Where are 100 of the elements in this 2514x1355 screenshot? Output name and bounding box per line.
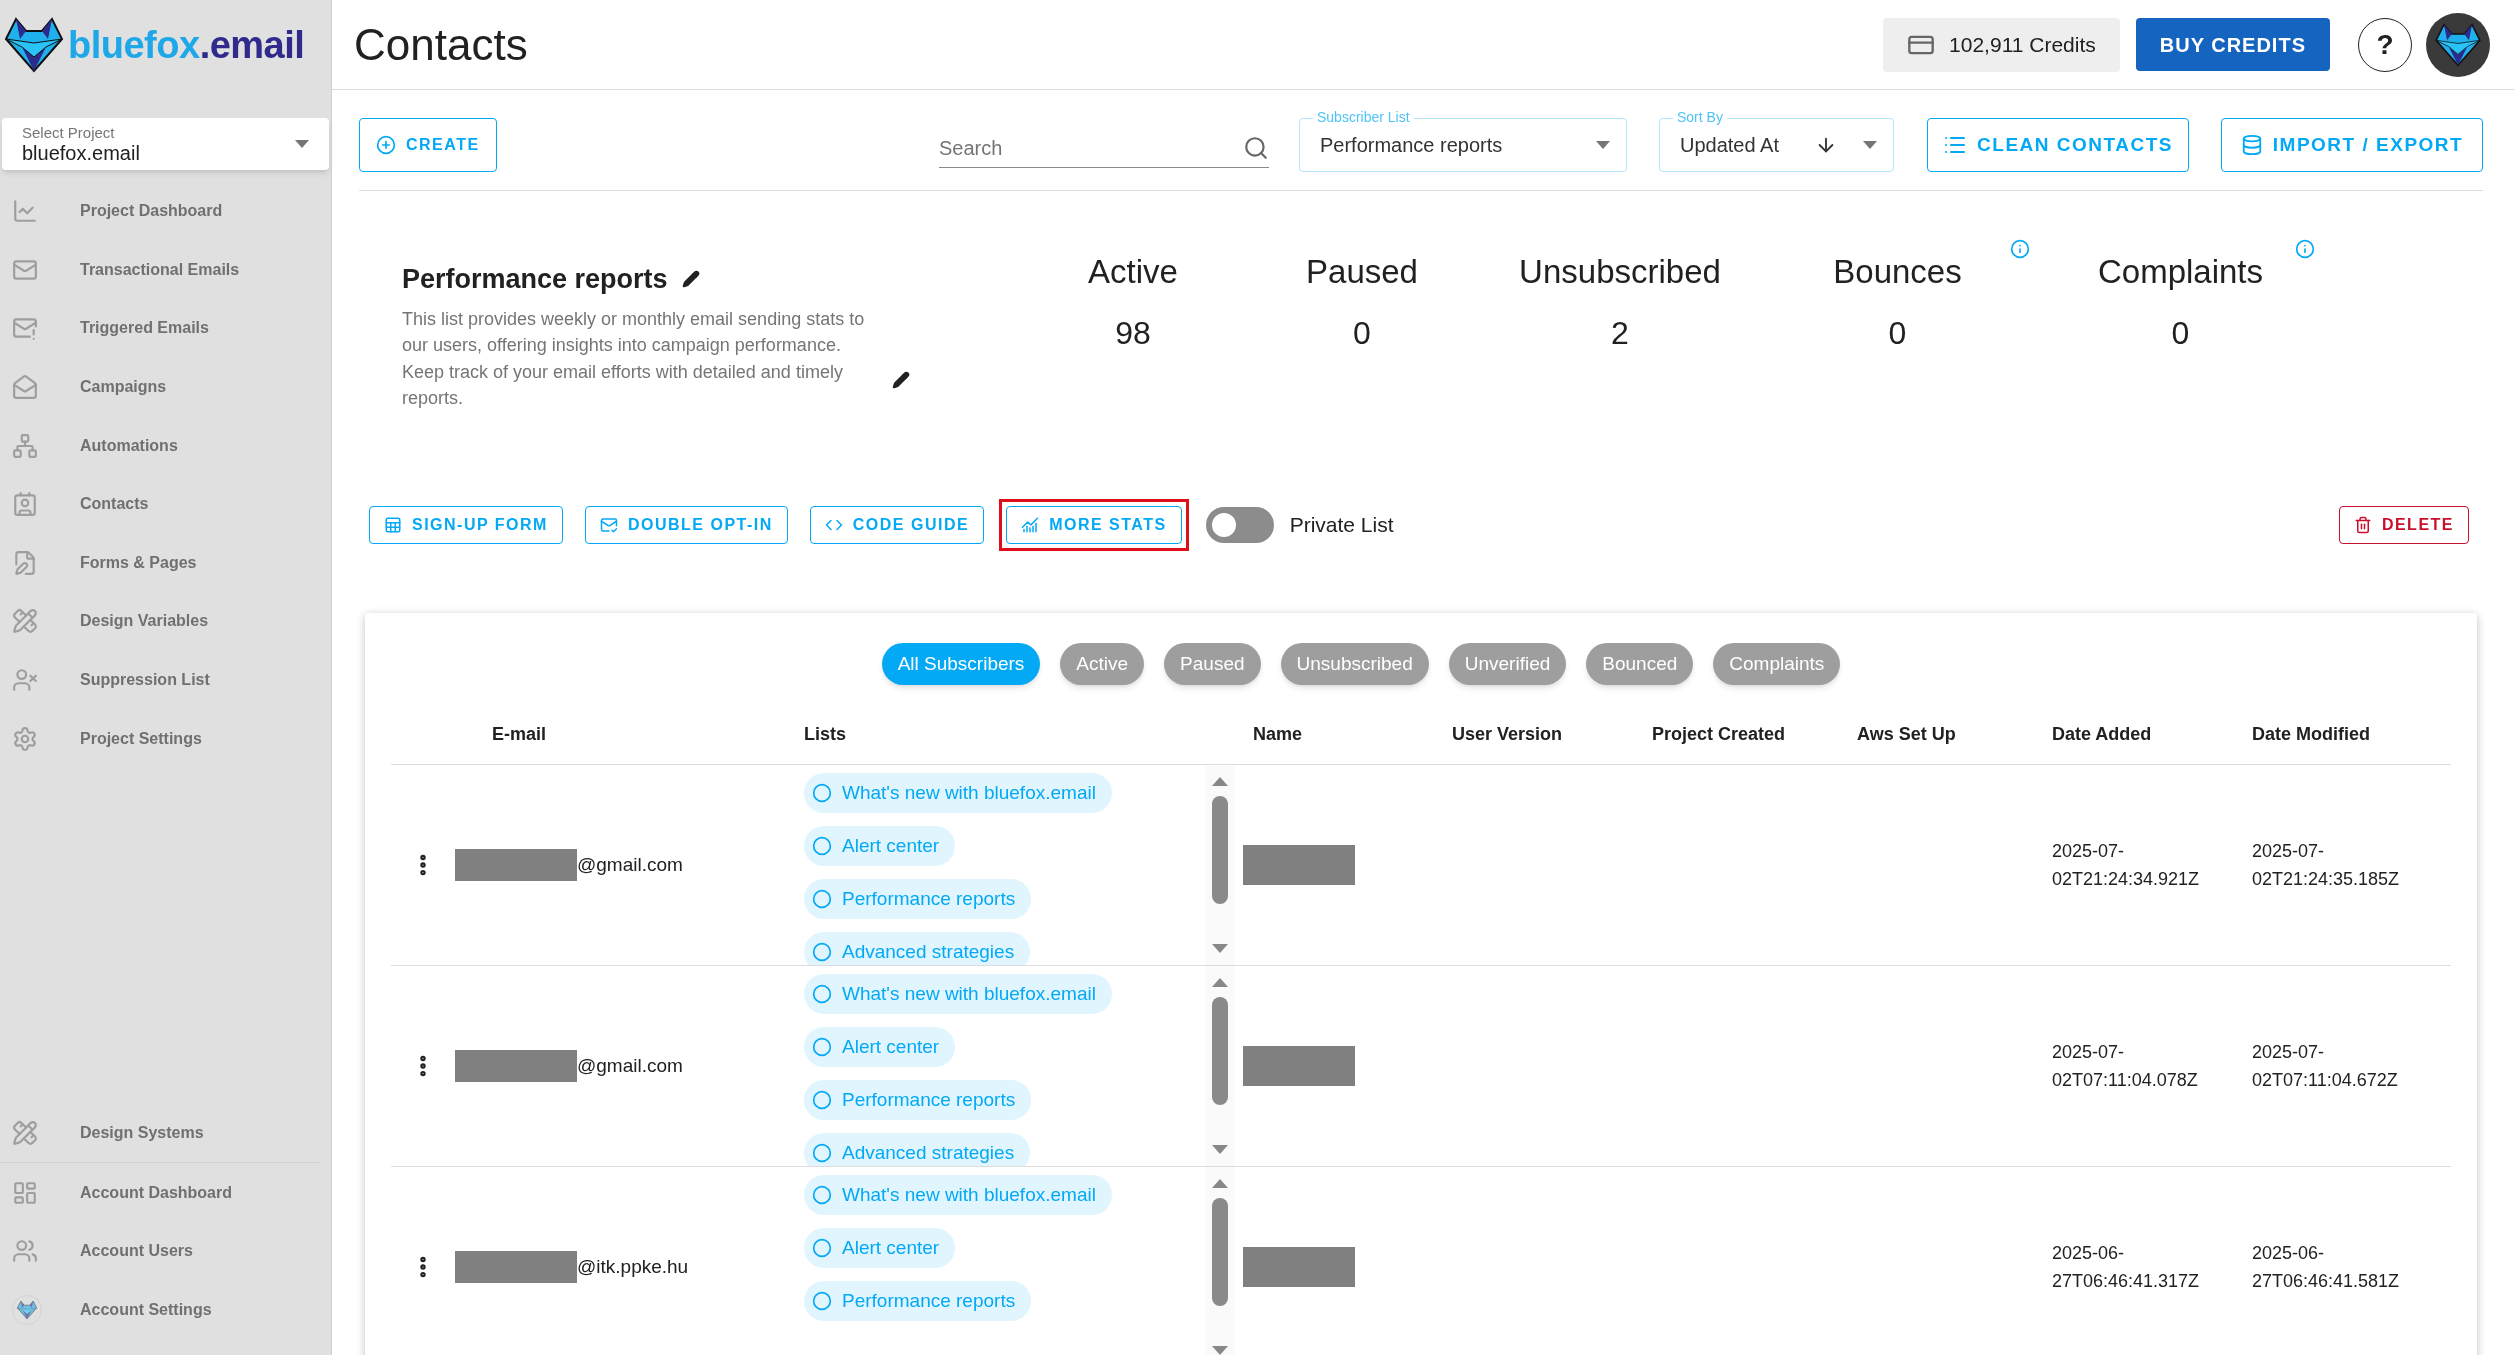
stat-label: Active	[1088, 252, 1178, 292]
list-chip[interactable]: Advanced strategies	[804, 932, 1031, 965]
filter-chip[interactable]: Complaints	[1713, 643, 1841, 685]
date-cell-text: 2025-07-02T21:24:35.185Z	[2251, 840, 2401, 891]
date-cell-text: 2025-07-02T21:24:34.921Z	[2051, 840, 2201, 891]
sidebar-item[interactable]: Account Settings	[0, 1280, 331, 1339]
clean-contacts-button[interactable]: CLEAN CONTACTS	[1927, 118, 2189, 172]
action-button[interactable]: CODE GUIDE	[809, 506, 985, 544]
sidebar-item[interactable]: Transactional Emails	[0, 240, 331, 300]
column-header: Name	[1252, 723, 1304, 746]
stat-label: Paused	[1306, 252, 1418, 292]
list-chip[interactable]: What's new with bluefox.email	[804, 773, 1112, 813]
search-field[interactable]: Search	[939, 132, 1243, 163]
circle-icon	[812, 836, 832, 856]
sidebar-item[interactable]: Design Systems	[0, 1103, 321, 1163]
info-icon[interactable]	[2295, 239, 2315, 259]
logo[interactable]: bluefox.email	[0, 0, 331, 90]
field-label: Select Project	[22, 125, 116, 140]
info-icon[interactable]	[2010, 239, 2030, 259]
circle-icon	[812, 1238, 832, 1258]
field-label: Sort By	[1673, 109, 1727, 125]
sidebar-item[interactable]: Triggered Emails	[0, 299, 331, 358]
users-icon	[12, 1238, 38, 1265]
project-select[interactable]: Select Project bluefox.email	[2, 118, 329, 170]
list-chip[interactable]: Performance reports	[804, 1281, 1032, 1321]
sidebar-item[interactable]: Forms & Pages	[0, 533, 331, 593]
column-header: Lists	[803, 723, 847, 746]
import-export-button[interactable]: IMPORT / EXPORT	[2221, 118, 2483, 172]
logo-text: bluefox.email	[68, 22, 305, 68]
filter-chip[interactable]: Bounced	[1586, 643, 1694, 685]
toggle-label: Private List	[1289, 512, 1394, 539]
scrollbar-thumb[interactable]	[1212, 997, 1228, 1105]
filter-chip[interactable]: All Subscribers	[881, 643, 1041, 685]
scrollbar-thumb[interactable]	[1212, 796, 1228, 904]
edit-icon[interactable]	[892, 371, 910, 389]
list-chip[interactable]: What's new with bluefox.email	[804, 974, 1112, 1014]
filter-chip[interactable]: Active	[1060, 643, 1145, 685]
list-chip[interactable]: Performance reports	[804, 1080, 1032, 1120]
delete-button[interactable]: DELETE	[2338, 506, 2469, 544]
list-chip[interactable]: Performance reports	[804, 879, 1032, 919]
action-button[interactable]: SIGN-UP FORM	[369, 506, 563, 544]
sidebar-item[interactable]: Project Settings	[0, 709, 331, 768]
scroll-up-icon	[1212, 777, 1228, 786]
fox-logo-icon	[2, 17, 66, 73]
form-icon	[384, 516, 402, 534]
email-cell: @gmail.com	[455, 849, 790, 881]
settings-icon	[12, 725, 38, 752]
column-header: Date Modified	[2251, 723, 2371, 746]
scroll-down-icon	[1212, 944, 1228, 953]
sidebar-item[interactable]: Account Users	[0, 1221, 331, 1281]
scroll-down-icon	[1212, 1145, 1228, 1154]
file-edit-icon	[12, 549, 38, 576]
scroll-up-icon	[1212, 978, 1228, 987]
page-title: Contacts	[354, 18, 529, 71]
column-header: E-mail	[491, 723, 548, 746]
filter-chip[interactable]: Unsubscribed	[1280, 643, 1429, 685]
scrollbar[interactable]	[1205, 1167, 1235, 1355]
list-chip[interactable]: Alert center	[804, 1228, 956, 1268]
hierarchy-icon	[12, 432, 38, 459]
sidebar-item[interactable]: Design Variables	[0, 592, 331, 651]
stat-label: Bounces	[1833, 252, 1962, 292]
list-chip[interactable]: Advanced strategies	[804, 1133, 1031, 1166]
contact-card-icon	[12, 491, 38, 518]
scrollbar[interactable]	[1205, 765, 1235, 965]
list-chip[interactable]: Alert center	[804, 1027, 956, 1067]
pencil-ruler-icon	[12, 608, 38, 635]
scrollbar[interactable]	[1205, 966, 1235, 1166]
action-button[interactable]: DOUBLE OPT-IN	[584, 506, 788, 544]
scroll-up-icon	[1212, 1179, 1228, 1188]
list-title: Performance reports	[402, 263, 668, 296]
edit-icon[interactable]	[681, 270, 700, 289]
sidebar-item[interactable]: Automations	[0, 416, 331, 475]
sidebar-item[interactable]: Suppression List	[0, 650, 331, 710]
column-header: Date Added	[2051, 723, 2153, 746]
circle-icon	[812, 783, 832, 803]
sidebar-item[interactable]: Campaigns	[0, 357, 331, 417]
toggle-switch[interactable]	[1205, 507, 1274, 543]
sidebar-item[interactable]: Account Dashboard	[0, 1163, 331, 1222]
list-chip[interactable]: What's new with bluefox.email	[804, 1175, 1112, 1215]
pencil-ruler-icon	[12, 1119, 38, 1146]
action-button[interactable]: MORE STATS	[1006, 506, 1182, 544]
date-cell-text: 2025-07-02T07:11:04.672Z	[2251, 1041, 2399, 1092]
scroll-down-icon	[1212, 1346, 1228, 1355]
field-label: Subscriber List	[1313, 109, 1414, 125]
list-chip[interactable]: Alert center	[804, 826, 956, 866]
filter-chip[interactable]: Paused	[1164, 643, 1261, 685]
create-button[interactable]: CREATE	[359, 118, 497, 172]
dropdown-caret-icon	[1596, 141, 1610, 149]
dashboard-icon	[12, 1179, 38, 1206]
scrollbar-thumb[interactable]	[1212, 1198, 1228, 1306]
sidebar-item[interactable]: Project Dashboard	[0, 182, 331, 241]
buy-credits-button[interactable]: BUY CREDITS	[2135, 18, 2330, 71]
credits-badge: 102,911 Credits	[1883, 17, 2120, 72]
database-icon	[2240, 134, 2263, 156]
filter-chip[interactable]: Unverified	[1448, 643, 1567, 685]
sidebar-item[interactable]: Contacts	[0, 474, 331, 534]
field-value: Updated At	[1680, 133, 1780, 158]
date-cell-text: 2025-06-27T06:46:41.581Z	[2251, 1242, 2401, 1293]
circle-icon	[812, 942, 832, 962]
plus-icon	[376, 135, 396, 155]
